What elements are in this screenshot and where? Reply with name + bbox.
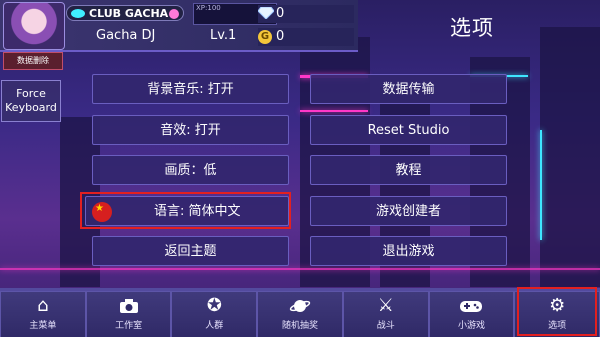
nav-minigames[interactable]: 小游戏 (428, 291, 515, 337)
player-name: Gacha DJ (96, 28, 156, 43)
nav-label: 工作室 (115, 321, 143, 331)
tutorial-button[interactable]: 教程 (310, 155, 507, 185)
club-gem-icon (71, 9, 85, 18)
planet-icon (258, 292, 342, 318)
club-badge: CLUB GACHA (66, 5, 184, 21)
diamond-counter: 0 (258, 5, 354, 23)
diamond-icon (258, 7, 274, 19)
bottom-nav: ⌂ 主菜单 工作室 ✪ 人群 随机抽奖 ⚔ 战斗 小游戏 ⚙ 选项 (0, 288, 600, 337)
nav-label: 主菜单 (29, 321, 57, 331)
reset-studio-button[interactable]: Reset Studio (310, 115, 507, 145)
gear-icon: ⚙ (549, 295, 566, 316)
swords-icon: ⚔ (377, 295, 394, 316)
force-keyboard-button[interactable]: Force Keyboard (1, 80, 61, 122)
force-keyboard-label-1: Force (16, 87, 46, 100)
nav-crowd[interactable]: ✪ 人群 (171, 291, 258, 337)
star-icon: ✪ (206, 295, 222, 316)
nav-gacha[interactable]: 随机抽奖 (257, 291, 343, 337)
quality-button[interactable]: 画质：低 (92, 155, 289, 185)
china-flag-icon: ★ (92, 202, 112, 222)
club-emblem-icon (169, 9, 179, 19)
return-home-button[interactable]: 返回主题 (92, 236, 289, 266)
creators-button[interactable]: 游戏创建者 (310, 196, 507, 226)
diamond-count: 0 (276, 6, 285, 21)
nav-battle[interactable]: ⚔ 战斗 (342, 291, 429, 337)
nav-label: 人群 (205, 321, 224, 331)
options-screen: CLUB GACHA XP:100 Gacha DJ Lv.1 0 G 0 选项… (0, 0, 600, 337)
bgm-toggle-button[interactable]: 背景音乐: 打开 (92, 74, 289, 104)
home-icon: ⌂ (37, 295, 49, 316)
player-level: Lv.1 (210, 28, 237, 43)
club-name: CLUB GACHA (89, 7, 169, 20)
nav-label: 选项 (548, 321, 567, 331)
nav-studio[interactable]: 工作室 (85, 291, 172, 337)
delete-data-button[interactable]: 数据删除 (3, 52, 63, 70)
nav-label: 随机抽奖 (282, 321, 319, 331)
profile-panel[interactable]: CLUB GACHA XP:100 Gacha DJ Lv.1 0 G 0 (0, 0, 358, 52)
camera-icon (87, 292, 171, 318)
gamepad-icon (430, 292, 514, 318)
quit-game-button[interactable]: 退出游戏 (310, 236, 507, 266)
nav-label: 小游戏 (457, 321, 485, 331)
sound-toggle-button[interactable]: 音效: 打开 (92, 115, 289, 145)
nav-label: 战斗 (376, 321, 395, 331)
gold-coin-icon: G (258, 30, 272, 44)
force-keyboard-label-2: Keyboard (5, 101, 57, 114)
data-transfer-button[interactable]: 数据传输 (310, 74, 507, 104)
page-title: 选项 (450, 16, 494, 40)
language-button[interactable]: ★ 语言: 简体中文 (85, 196, 289, 226)
gold-counter: G 0 (258, 28, 354, 46)
nav-options[interactable]: ⚙ 选项 (514, 291, 600, 337)
avatar[interactable] (3, 2, 65, 50)
gold-count: 0 (276, 29, 285, 44)
language-label: 语言: 简体中文 (154, 204, 241, 219)
nav-main-menu[interactable]: ⌂ 主菜单 (0, 291, 86, 337)
